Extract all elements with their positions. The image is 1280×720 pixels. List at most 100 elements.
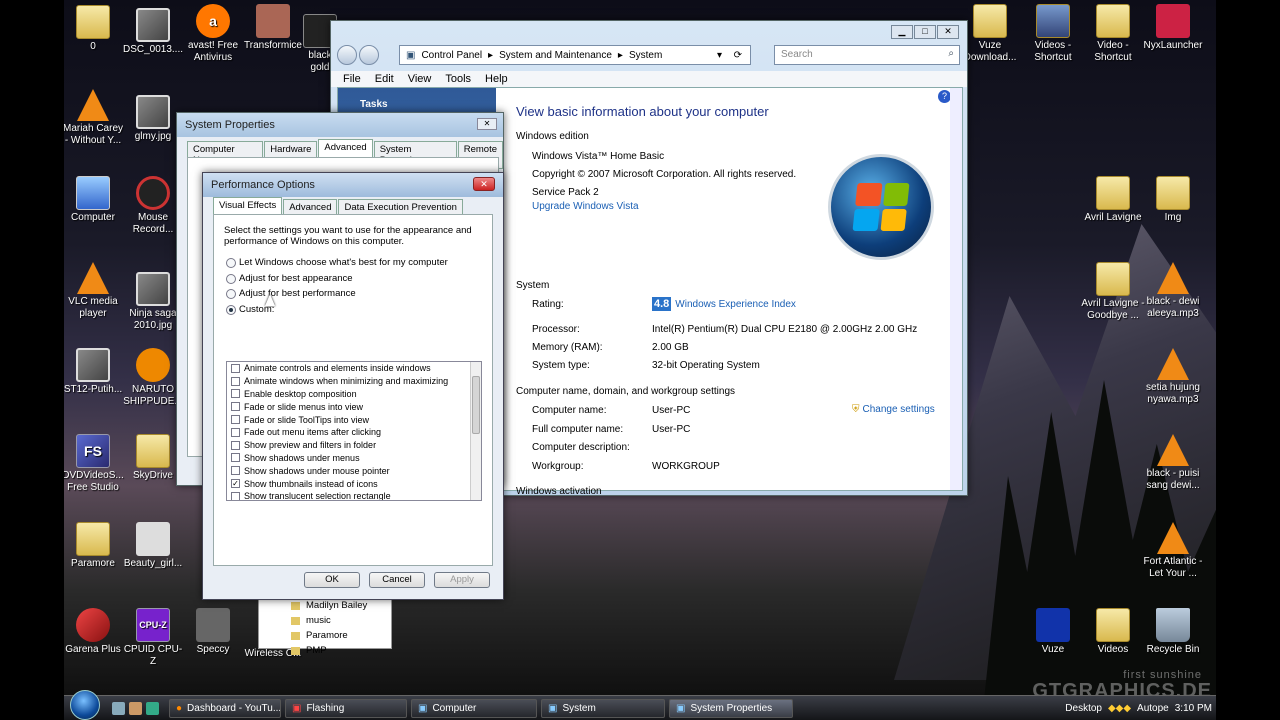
close-button[interactable]: ✕	[937, 25, 959, 39]
maximize-button[interactable]: □	[914, 25, 936, 39]
desktop-icon[interactable]: DSC_0013....	[121, 8, 185, 56]
apply-button[interactable]: Apply	[434, 572, 490, 588]
forward-button[interactable]	[359, 45, 379, 65]
checkbox-checked[interactable]: ✓	[231, 479, 240, 489]
effect-checkbox[interactable]: Fade or slide ToolTips into view	[227, 413, 481, 426]
desktop-toolbar-label[interactable]: Desktop	[1065, 703, 1102, 714]
effect-checkbox[interactable]: Show shadows under menus	[227, 452, 481, 465]
change-settings-link[interactable]: ⛨ Change settings	[852, 404, 935, 415]
desktop-icon[interactable]: a avast! Free Antivirus	[181, 4, 245, 64]
dropdown-arrow-icon[interactable]: ▾	[717, 50, 722, 61]
desktop-icon[interactable]: 0	[64, 5, 125, 53]
desktop-icon[interactable]: Mariah Carey - Without Y...	[64, 89, 125, 147]
clock[interactable]: 3:10 PM	[1175, 703, 1212, 714]
list-item[interactable]: Paramore	[259, 628, 391, 643]
list-item[interactable]: music	[259, 613, 391, 628]
menu-view[interactable]: View	[408, 73, 432, 85]
checkbox[interactable]	[231, 453, 240, 463]
upgrade-link[interactable]: Upgrade Windows Vista	[532, 201, 639, 212]
radio-best-performance[interactable]: Adjust for best performance	[226, 288, 356, 299]
desktop-icon[interactable]: Computer	[64, 176, 125, 224]
desktop-icon[interactable]: CPU-Z CPUID CPU-Z	[121, 608, 185, 668]
title-bar[interactable]: Performance Options	[203, 173, 503, 197]
radio-let-windows-choose[interactable]: Let Windows choose what's best for my co…	[226, 257, 448, 268]
breadcrumb-item[interactable]: System and Maintenance	[499, 50, 612, 61]
desktop-icon[interactable]: setia hujung nyawa.mp3	[1141, 348, 1205, 406]
search-icon[interactable]: ⌕	[948, 48, 954, 59]
scrollbar[interactable]	[950, 88, 962, 490]
desktop-icon[interactable]: Avril Lavigne	[1081, 176, 1145, 224]
performance-options-dialog[interactable]: Performance Options ✕ Visual Effects Adv…	[202, 172, 504, 600]
desktop-icon[interactable]: Vuze	[1021, 608, 1085, 656]
effect-checkbox[interactable]: Fade out menu items after clicking	[227, 426, 481, 439]
desktop-icon[interactable]: FS DVDVideoS... Free Studio	[64, 434, 125, 494]
desktop-icon[interactable]: VLC media player	[64, 262, 125, 320]
checkbox[interactable]	[231, 363, 240, 373]
checkbox[interactable]	[231, 427, 240, 437]
desktop-icon[interactable]: Garena Plus	[64, 608, 125, 656]
desktop-icon[interactable]: Fort Atlantic - Let Your ...	[1141, 522, 1205, 580]
desktop-icon[interactable]: Paramore	[64, 522, 125, 570]
show-desktop-icon[interactable]	[112, 701, 125, 715]
quick-launch-icon[interactable]	[146, 701, 159, 715]
checkbox[interactable]	[231, 440, 240, 450]
list-scrollbar[interactable]	[470, 362, 481, 500]
address-bar[interactable]: ▣ Control Panel ▸ System and Maintenance ▸…	[399, 45, 751, 65]
breadcrumb-item[interactable]: Control Panel	[421, 50, 482, 61]
desktop-icon[interactable]: Img	[1141, 176, 1205, 224]
list-item[interactable]: Madilyn Bailey	[259, 598, 391, 613]
desktop-icon[interactable]: ST12-Putih...	[64, 348, 125, 396]
desktop-icon[interactable]: Videos - Shortcut	[1021, 4, 1085, 64]
desktop-icon[interactable]: NyxLauncher	[1141, 4, 1205, 52]
start-button[interactable]	[70, 690, 100, 720]
breadcrumb-item[interactable]: System	[629, 50, 662, 61]
effect-checkbox[interactable]: Show translucent selection rectangle	[227, 490, 481, 500]
ok-button[interactable]: OK	[304, 572, 360, 588]
effect-checkbox[interactable]: Animate windows when minimizing and maxi…	[227, 375, 481, 388]
checkbox[interactable]	[231, 491, 240, 500]
desktop-icon[interactable]: Avril Lavigne - Goodbye ...	[1081, 262, 1145, 322]
effect-checkbox[interactable]: Animate controls and elements inside win…	[227, 362, 481, 375]
effect-checkbox[interactable]: Fade or slide menus into view	[227, 400, 481, 413]
checkbox[interactable]	[231, 466, 240, 476]
desktop-icon[interactable]: black - dewi aleeya.mp3	[1141, 262, 1205, 320]
desktop-icon[interactable]: Transformice	[241, 4, 305, 52]
desktop-icon[interactable]: Videos	[1081, 608, 1145, 656]
menu-help[interactable]: Help	[485, 73, 508, 85]
minimize-button[interactable]: ▁	[891, 25, 913, 39]
tray-icons[interactable]: ◆◆◆	[1108, 703, 1131, 714]
experience-index-link[interactable]: Windows Experience Index	[675, 299, 796, 310]
taskbar-item[interactable]: ▣ Computer	[411, 698, 537, 718]
effect-checkbox[interactable]: Show shadows under mouse pointer	[227, 464, 481, 477]
checkbox[interactable]	[231, 415, 240, 425]
scroll-thumb[interactable]	[472, 376, 480, 434]
close-button[interactable]: ✕	[473, 177, 495, 191]
effect-checkbox[interactable]: Show preview and filters in folder	[227, 439, 481, 452]
checkbox[interactable]	[231, 402, 240, 412]
taskbar-item[interactable]: ▣ System	[541, 698, 665, 718]
desktop-icon[interactable]: Video - Shortcut	[1081, 4, 1145, 64]
menu-tools[interactable]: Tools	[445, 73, 471, 85]
menu-edit[interactable]: Edit	[375, 73, 394, 85]
desktop-icon[interactable]: Speccy	[181, 608, 245, 656]
desktop-icon[interactable]: Beauty_girl...	[121, 522, 185, 570]
cancel-button[interactable]: Cancel	[369, 572, 425, 588]
checkbox[interactable]	[231, 376, 240, 386]
radio-best-appearance[interactable]: Adjust for best appearance	[226, 273, 353, 284]
effect-checkbox[interactable]: Enable desktop composition	[227, 388, 481, 401]
checkbox[interactable]	[231, 389, 240, 399]
back-button[interactable]	[337, 45, 357, 65]
desktop-icon[interactable]: Recycle Bin	[1141, 608, 1205, 656]
list-item[interactable]: PMP	[259, 643, 391, 658]
search-input[interactable]: Search ⌕	[774, 45, 960, 65]
effect-checkbox[interactable]: ✓ Show thumbnails instead of icons	[227, 477, 481, 490]
taskbar-item[interactable]: ● Dashboard - YouTu...	[169, 698, 281, 718]
menu-file[interactable]: File	[343, 73, 361, 85]
desktop-icon[interactable]: black - puisi sang dewi...	[1141, 434, 1205, 492]
close-button[interactable]: ✕	[477, 118, 497, 130]
switch-windows-icon[interactable]	[129, 701, 142, 715]
refresh-icon[interactable]: ⟳	[734, 50, 742, 61]
taskbar-item-active[interactable]: ▣ System Properties	[669, 698, 793, 718]
taskbar-item[interactable]: ▣ Flashing	[285, 698, 407, 718]
title-bar[interactable]: System Properties	[177, 113, 503, 137]
